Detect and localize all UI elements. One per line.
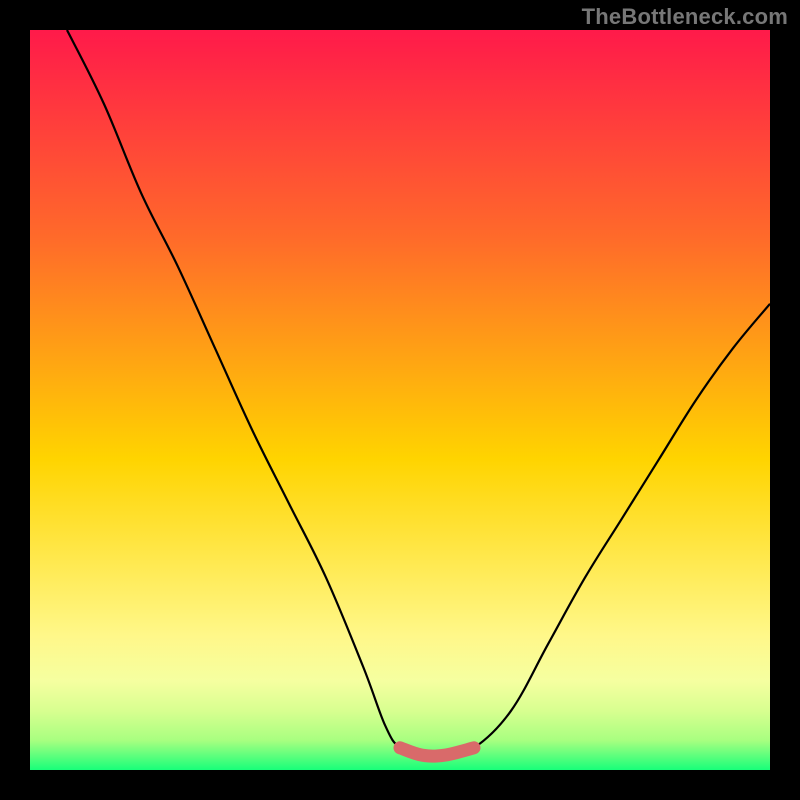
- watermark-text: TheBottleneck.com: [582, 4, 788, 30]
- optimal-range-marker: [400, 748, 474, 756]
- bottleneck-curve: [67, 30, 770, 756]
- outer-frame: TheBottleneck.com: [0, 0, 800, 800]
- chart-svg: [30, 30, 770, 770]
- plot-area: [30, 30, 770, 770]
